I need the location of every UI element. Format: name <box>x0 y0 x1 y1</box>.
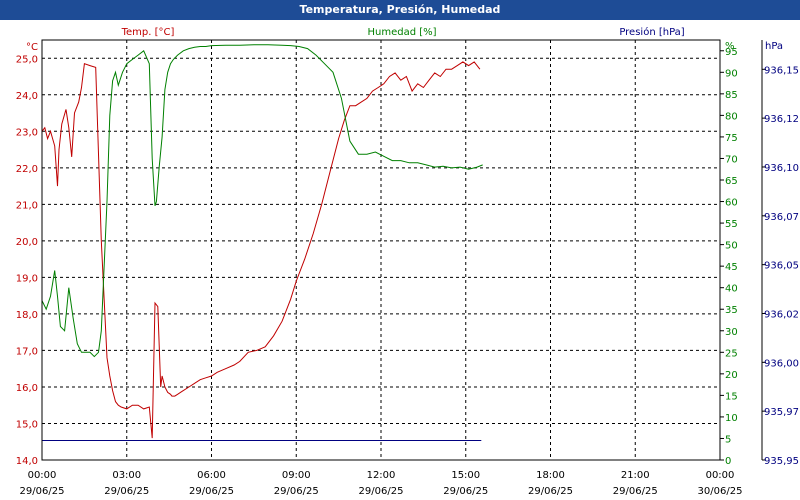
pressure-tick-label: 936,02 <box>764 309 799 320</box>
chart-area: 00:00 29/06/25 03:00 29/06/25 06:00 29/06/25 0… <box>16 26 799 497</box>
x-tick-date: 29/06/25 <box>528 486 573 497</box>
x-tick-date: 29/06/25 <box>20 486 65 497</box>
temp-tick-label: 24,0 <box>16 91 38 102</box>
temp-unit-label: °C <box>26 42 38 53</box>
humidity-tick-label: 70 <box>725 154 738 165</box>
humidity-unit-label: % <box>725 41 735 52</box>
pressure-unit-label: hPa <box>765 41 783 52</box>
temp-tick-label: 23,0 <box>16 127 38 138</box>
temp-tick-label: 25,0 <box>16 54 38 65</box>
pressure-tick-label: 936,00 <box>764 358 799 369</box>
temp-tick-label: 15,0 <box>16 419 38 430</box>
x-tick-date: 29/06/25 <box>274 486 319 497</box>
pressure-tick-label: 935,95 <box>764 456 799 467</box>
humidity-tick-label: 75 <box>725 133 738 144</box>
humidity-tick-label: 40 <box>725 284 738 295</box>
humidity-tick-label: 0 <box>725 456 731 467</box>
x-tick-time: 03:00 <box>112 470 141 481</box>
x-tick-time: 00:00 <box>706 470 735 481</box>
temp-tick-label: 14,0 <box>16 456 38 467</box>
x-tick-time: 18:00 <box>536 470 565 481</box>
pressure-tick-label: 936,15 <box>764 65 799 76</box>
pressure-tick-label: 935,97 <box>764 407 799 418</box>
pressure-tick-label: 936,07 <box>764 212 799 223</box>
humidity-tick-label: 60 <box>725 198 738 209</box>
chart-title: Temperatura, Presión, Humedad <box>0 0 800 20</box>
humidity-tick-label: 45 <box>725 262 738 273</box>
humidity-tick-label: 55 <box>725 219 738 230</box>
x-tick-date: 29/06/25 <box>613 486 658 497</box>
humidity-tick-label: 90 <box>725 68 738 79</box>
x-tick-date: 30/06/25 <box>698 486 743 497</box>
x-tick-time: 15:00 <box>451 470 480 481</box>
pressure-tick-label: 936,10 <box>764 163 799 174</box>
x-tick-date: 29/06/25 <box>104 486 149 497</box>
temp-tick-label: 22,0 <box>16 164 38 175</box>
humidity-tick-label: 85 <box>725 90 738 101</box>
x-tick-time: 06:00 <box>197 470 226 481</box>
humidity-tick-label: 50 <box>725 241 738 252</box>
humidity-tick-label: 15 <box>725 391 738 402</box>
humidity-tick-label: 65 <box>725 176 738 187</box>
humidity-tick-label: 20 <box>725 370 738 381</box>
humidity-tick-label: 10 <box>725 413 738 424</box>
pressure-axis-header: Presión [hPa] <box>619 26 684 38</box>
humidity-tick-label: 35 <box>725 305 738 316</box>
pressure-tick-label: 936,12 <box>764 114 799 125</box>
x-tick-date: 29/06/25 <box>189 486 234 497</box>
humidity-tick-label: 25 <box>725 348 738 359</box>
x-tick-time: 21:00 <box>621 470 650 481</box>
temp-tick-label: 17,0 <box>16 346 38 357</box>
temp-tick-label: 16,0 <box>16 383 38 394</box>
x-tick-time: 09:00 <box>282 470 311 481</box>
humidity-tick-label: 5 <box>725 434 731 445</box>
temp-tick-label: 20,0 <box>16 237 38 248</box>
x-tick-date: 29/06/25 <box>443 486 488 497</box>
pressure-tick-label: 936,05 <box>764 261 799 272</box>
humidity-tick-label: 80 <box>725 111 738 122</box>
humidity-tick-label: 30 <box>725 327 738 338</box>
x-tick-time: 12:00 <box>367 470 396 481</box>
x-tick-time: 00:00 <box>28 470 57 481</box>
temp-tick-label: 19,0 <box>16 273 38 284</box>
humidity-axis-header: Humedad [%] <box>367 27 436 38</box>
temp-tick-label: 18,0 <box>16 310 38 321</box>
x-tick-date: 29/06/25 <box>359 486 404 497</box>
temp-axis-header: Temp. [°C] <box>121 27 175 38</box>
temp-tick-label: 21,0 <box>16 200 38 211</box>
